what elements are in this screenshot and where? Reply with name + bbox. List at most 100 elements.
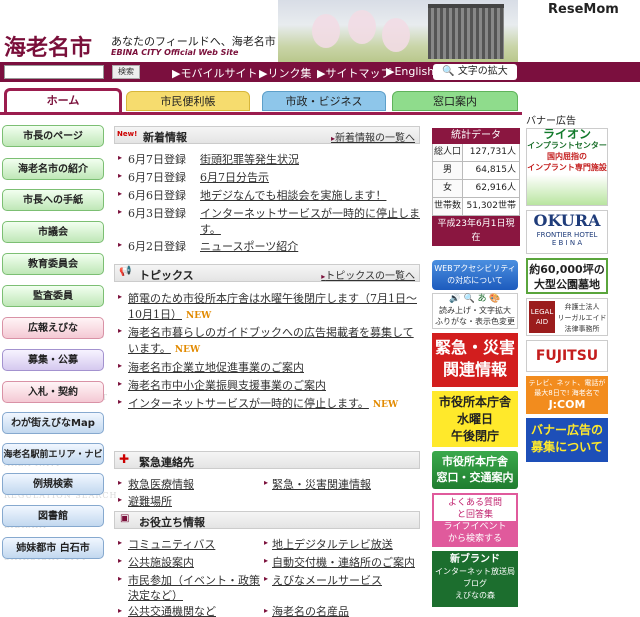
useful-link-text[interactable]: 自動交付機・連絡所のご案内 (272, 556, 415, 569)
news-item-text[interactable]: 街頭犯罪等発生状況 (200, 153, 299, 166)
text-size-button[interactable]: 🔍 文字の拡大 (433, 64, 517, 80)
sidebar-item-recruitment[interactable]: 募集・公募 (2, 349, 104, 371)
site-logo[interactable]: 海老名市 (4, 30, 92, 62)
emergency-link-text[interactable]: 避難場所 (128, 495, 172, 508)
useful-link[interactable]: 地上デジタルテレビ放送 (272, 536, 393, 552)
sitemap-link[interactable]: ▶サイトマップ (317, 65, 391, 81)
topic-text[interactable]: 海老名市企業立地促進事業のご案内 (128, 361, 304, 374)
jcom-ad[interactable]: テレビ、ネット、電話が 最大8日で! 海老名で J:COM (526, 376, 608, 414)
useful-link[interactable]: 自動交付機・連絡所のご案内 (272, 554, 415, 570)
useful-link-text[interactable]: 海老名の名産品 (272, 605, 349, 617)
topic-link[interactable]: 10月1日） NEW (128, 306, 211, 322)
text-size-label: 文字の拡大 (457, 66, 508, 77)
banner-ad-heading: バナー広告 (526, 116, 576, 127)
topic-link[interactable]: 海老名市暮らしのガイドブックへの広告掲載者を募集して (128, 324, 414, 340)
topic-link[interactable]: 節電のため市役所本庁舎は水曜午後閉庁します（7月1日～ (128, 290, 417, 306)
topics-more-label: トピックスの一覧へ (325, 271, 415, 282)
news-more-link[interactable]: ▸新着情報の一覧へ (331, 129, 415, 144)
sidebar-item-city-intro[interactable]: 海老名市の紹介 (2, 158, 104, 180)
useful-link-text[interactable]: 公共施設案内 (128, 556, 194, 569)
link-collection-link[interactable]: ▶リンク集 (259, 65, 311, 81)
topic-link[interactable]: 海老名市企業立地促進事業のご案内 (128, 359, 304, 375)
useful-link[interactable]: 市民参加（イベント・政策 (128, 572, 260, 588)
lion-implant-ad[interactable]: ライオン インプラントセンター 国内屈指の インプラント専門施設 (526, 128, 608, 206)
useful-link[interactable]: 海老名の名産品 (272, 603, 349, 617)
useful-link-text[interactable]: えびなメールサービス (272, 574, 382, 587)
news-item-text[interactable]: 地デジなんでも相談会を実施します！ (200, 189, 386, 202)
sidebar-item-regulation-search[interactable]: 例規検索 (2, 473, 104, 495)
mobile-site-link[interactable]: ▶モバイルサイト (172, 65, 257, 81)
sidebar-item-school-board[interactable]: 教育委員会 (2, 253, 104, 275)
search-input[interactable] (4, 65, 104, 79)
banner-text: ブログ (463, 579, 487, 588)
news-item-text[interactable]: ニュースポーツ紹介 (200, 240, 298, 253)
sidebar-item-sister-city[interactable]: 姉妹都市 白石市 (2, 537, 104, 559)
useful-link-text[interactable]: 決定など） (128, 589, 183, 602)
topic-text[interactable]: 海老名市暮らしのガイドブックへの広告掲載者を募集して (128, 326, 414, 339)
useful-link-text[interactable]: 市民参加（イベント・政策 (128, 574, 260, 587)
tab-service-counter[interactable]: 窓口案内 (392, 91, 518, 111)
sidebar-item-city-map[interactable]: わが街えびなMap (2, 412, 104, 434)
banner-recruit-ad[interactable]: バナー広告の 募集について (526, 418, 608, 462)
legal-aid-ad[interactable]: LEGAL AID 弁護士法人 リーガルエイド 法律事務所 (526, 298, 608, 336)
topic-text[interactable]: 海老名市中小企業振興支援事業のご案内 (128, 379, 326, 392)
topic-text[interactable]: インターネットサービスが一時的に停止します。 (128, 397, 369, 410)
sidebar-item-bid-contract[interactable]: 入札・契約 (2, 381, 104, 403)
web-accessibility-banner[interactable]: WEBアクセシビリティ の対応について (432, 260, 518, 290)
useful-link[interactable]: コミュニティバス (128, 536, 215, 552)
emergency-link[interactable]: 避難場所 (128, 493, 172, 509)
tab-city-business[interactable]: 市政・ビジネス (262, 91, 386, 111)
news-item-text[interactable]: インターネットサービスが一時的に停止します。 (200, 207, 420, 236)
useful-link-text[interactable]: 地上デジタルテレビ放送 (272, 538, 393, 551)
emergency-link[interactable]: 緊急・災害関連情報 (272, 476, 371, 492)
bullet-icon: ▸ (118, 397, 123, 406)
sidebar-item-library[interactable]: 図書館 (2, 505, 104, 527)
sidebar-item-public-relations[interactable]: 広報えびな (2, 317, 104, 339)
fujitsu-ad[interactable]: FUJITSU (526, 340, 608, 372)
emergency-link[interactable]: 救急医療情報 (128, 476, 194, 492)
disaster-info-banner[interactable]: 緊急・災害 関連情報 (432, 333, 518, 387)
useful-link[interactable]: 公共施設案内 (128, 554, 194, 570)
bullet-icon: ▸ (118, 292, 123, 301)
topic-link[interactable]: います。 NEW (128, 340, 200, 356)
watermark-logo: ReseMom (548, 2, 619, 17)
english-link[interactable]: ▶English (386, 65, 434, 78)
internet-broadcast-banner[interactable]: 新ブランド インターネット放送局 ブログ えびなの森 (432, 551, 518, 607)
sidebar-item-mayor-page[interactable]: 市長のページ (2, 125, 104, 147)
sidebar-item-audit-committee[interactable]: 監査委員 (2, 285, 104, 307)
tab-home[interactable]: ホーム (4, 88, 122, 112)
topics-more-link[interactable]: ▸トピックスの一覧へ (321, 267, 415, 282)
news-item-link[interactable]: 地デジなんでも相談会を実施します！ (200, 187, 386, 203)
news-item-link[interactable]: 6月7日分告示 (200, 169, 269, 185)
topic-link[interactable]: インターネットサービスが一時的に停止します。 NEW (128, 395, 398, 411)
useful-link-text[interactable]: コミュニティバス (128, 538, 215, 551)
topic-link[interactable]: 海老名市中小企業振興支援事業のご案内 (128, 377, 326, 393)
ad-text: 法律事務所 (564, 325, 600, 333)
topic-text[interactable]: います。 (128, 342, 171, 355)
topic-text[interactable]: 10月1日） (128, 308, 182, 321)
useful-link[interactable]: 公共交通機関など (128, 603, 216, 617)
useful-link-text[interactable]: 公共交通機関など (128, 605, 216, 617)
search-button[interactable]: 検索 (112, 65, 140, 79)
wednesday-closing-banner[interactable]: 市役所本庁舎 水曜日 午後閉庁 (432, 391, 518, 447)
news-item-link[interactable]: ニュースポーツ紹介 (200, 238, 298, 254)
okura-hotel-ad[interactable]: OKURA FRONTIER HOTEL E B I N A (526, 210, 608, 254)
news-date: 6月6日登録 (128, 189, 186, 202)
accessibility-tool-banner[interactable]: 🔊 🔍 あ 🎨 読み上げ・文字拡大 ふりがな・表示色変更 (432, 293, 518, 329)
topic-text[interactable]: 節電のため市役所本庁舎は水曜午後閉庁します（7月1日～ (128, 292, 417, 305)
news-item-text[interactable]: 6月7日分告示 (200, 171, 269, 184)
emergency-link-text[interactable]: 救急医療情報 (128, 478, 194, 491)
news-item-link[interactable]: 街頭犯罪等発生状況 (200, 151, 299, 167)
useful-link[interactable]: えびなメールサービス (272, 572, 382, 588)
useful-link[interactable]: 決定など） (128, 587, 183, 603)
news-item-link[interactable]: インターネットサービスが一時的に停止します。 (200, 205, 424, 237)
office-access-banner[interactable]: 市役所本庁舎 窓口・交通案内 (432, 451, 518, 489)
sidebar-item-letter-to-mayor[interactable]: 市長への手紙 (2, 189, 104, 211)
faq-banner[interactable]: よくある質問 と回答集 ライフイベント から検索する (432, 493, 518, 547)
tab-citizen-guide[interactable]: 市民便利帳 (126, 91, 250, 111)
sidebar-item-station-area-navi[interactable]: 海老名駅前エリア・ナビ (2, 443, 104, 465)
sidebar-item-city-council[interactable]: 市議会 (2, 221, 104, 243)
cemetery-ad[interactable]: 約60,000坪の 大型公園墓地 (526, 258, 608, 294)
stats-row: 世帯数 51,302世帯 (432, 198, 520, 216)
emergency-link-text[interactable]: 緊急・災害関連情報 (272, 478, 371, 491)
